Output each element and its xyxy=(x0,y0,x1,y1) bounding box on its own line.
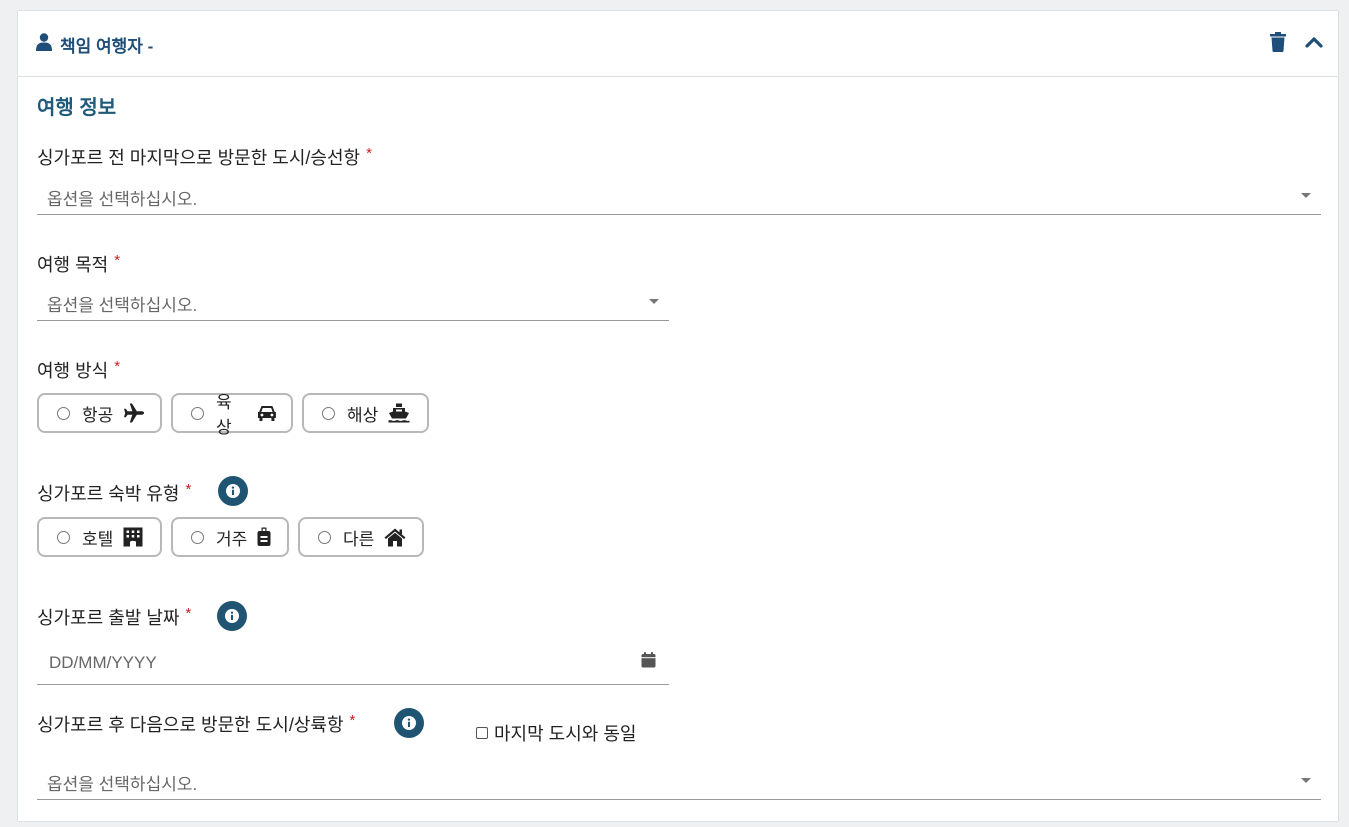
home-icon xyxy=(384,528,406,546)
info-glyph-icon xyxy=(402,716,416,730)
next-city-select[interactable]: 옵션을 선택하십시오. xyxy=(37,759,1321,800)
mode-option-sea[interactable]: 해상 xyxy=(302,393,429,433)
info-icon[interactable] xyxy=(217,601,247,631)
radio-button[interactable] xyxy=(191,406,204,420)
accommodation-option-hotel[interactable]: 호텔 xyxy=(37,517,162,557)
chevron-up-icon[interactable] xyxy=(1305,35,1323,49)
purpose-label-text: 여행 목적 xyxy=(37,255,109,275)
suitcase-icon xyxy=(257,527,271,546)
mode-label-text: 여행 방식 xyxy=(37,361,109,381)
traveller-panel: 책임 여행자 - 여행 정보 싱가포르 전 마지막으로 방문한 도시/승선항 * … xyxy=(17,10,1339,822)
section-title: 여행 정보 xyxy=(37,97,117,119)
required-marker: * xyxy=(185,481,192,498)
purpose-select[interactable]: 옵션을 선택하십시오. xyxy=(37,280,669,321)
departure-date-input[interactable]: DD/MM/YYYY xyxy=(37,644,669,685)
last-city-label-text: 싱가포르 전 마지막으로 방문한 도시/승선항 xyxy=(37,148,361,168)
next-city-placeholder: 옵션을 선택하십시오. xyxy=(47,775,198,794)
ship-icon xyxy=(388,403,410,423)
purpose-placeholder: 옵션을 선택하십시오. xyxy=(47,296,198,315)
car-icon xyxy=(258,406,277,421)
mode-option-land[interactable]: 육상 xyxy=(171,393,293,437)
accommodation-label: 싱가포르 숙박 유형 * xyxy=(37,480,191,506)
radio-button[interactable] xyxy=(322,406,335,420)
mode-option-label: 해상 xyxy=(347,405,379,425)
info-icon[interactable] xyxy=(218,476,248,506)
required-marker: * xyxy=(114,252,121,269)
accommodation-options: 호텔 거주 다른 xyxy=(37,517,424,557)
accommodation-option-label: 거주 xyxy=(216,529,248,549)
same-as-last-label: 마지막 도시와 동일 xyxy=(494,724,637,744)
mode-option-air[interactable]: 항공 xyxy=(37,393,162,433)
calendar-icon[interactable] xyxy=(641,652,656,668)
last-city-select[interactable]: 옵션을 선택하십시오. xyxy=(37,174,1321,215)
required-marker: * xyxy=(114,358,121,375)
plane-icon xyxy=(124,403,145,423)
radio-button[interactable] xyxy=(318,530,331,544)
mode-label: 여행 방식 * xyxy=(37,357,120,383)
mode-options: 항공 육상 해상 xyxy=(37,393,429,437)
dropdown-caret-icon xyxy=(1301,193,1311,198)
user-icon xyxy=(36,33,52,51)
departure-date-label: 싱가포르 출발 날짜 * xyxy=(37,604,191,630)
accommodation-option-label: 호텔 xyxy=(82,529,114,549)
required-marker: * xyxy=(366,145,372,162)
panel-header[interactable]: 책임 여행자 - xyxy=(18,11,1338,77)
same-as-last-city[interactable]: 마지막 도시와 동일 xyxy=(476,720,636,746)
dropdown-caret-icon xyxy=(1301,778,1311,783)
last-city-placeholder: 옵션을 선택하십시오. xyxy=(47,190,198,209)
next-city-label: 싱가포르 후 다음으로 방문한 도시/상륙항 * xyxy=(37,711,355,737)
info-icon[interactable] xyxy=(394,708,424,738)
info-glyph-icon xyxy=(226,484,240,498)
mode-option-label: 항공 xyxy=(82,405,114,425)
accommodation-label-text: 싱가포르 숙박 유형 xyxy=(37,484,180,504)
radio-button[interactable] xyxy=(57,530,70,544)
last-city-label: 싱가포르 전 마지막으로 방문한 도시/승선항 * xyxy=(37,144,372,170)
same-as-last-checkbox[interactable] xyxy=(476,727,488,739)
accommodation-option-other[interactable]: 다른 xyxy=(298,517,424,557)
trash-icon[interactable] xyxy=(1270,32,1286,52)
dropdown-caret-icon xyxy=(649,299,659,304)
purpose-label: 여행 목적 * xyxy=(37,251,120,277)
departure-date-label-text: 싱가포르 출발 날짜 xyxy=(37,608,180,628)
accommodation-option-residence[interactable]: 거주 xyxy=(171,517,289,557)
radio-button[interactable] xyxy=(191,530,204,544)
accommodation-option-label: 다른 xyxy=(343,529,375,549)
hotel-icon xyxy=(123,527,143,547)
radio-button[interactable] xyxy=(57,406,70,420)
required-marker: * xyxy=(185,605,192,622)
info-glyph-icon xyxy=(225,609,239,623)
departure-date-placeholder: DD/MM/YYYY xyxy=(49,653,157,672)
mode-option-label: 육상 xyxy=(215,393,232,437)
required-marker: * xyxy=(349,712,356,729)
next-city-label-text: 싱가포르 후 다음으로 방문한 도시/상륙항 xyxy=(37,715,344,735)
panel-title: 책임 여행자 - xyxy=(60,37,154,56)
